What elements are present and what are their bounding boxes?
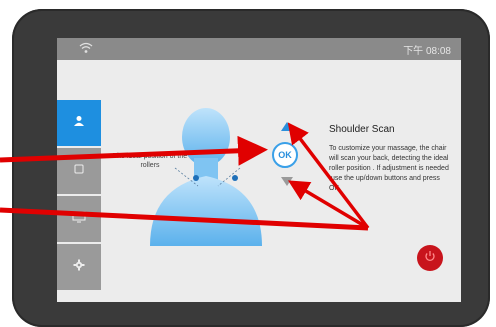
scan-description: To customize your massage, the chair wil… bbox=[329, 145, 449, 192]
power-icon bbox=[424, 249, 436, 267]
down-arrow-button[interactable] bbox=[281, 177, 293, 186]
roller-marker bbox=[232, 175, 238, 181]
roller-marker bbox=[193, 175, 199, 181]
up-arrow-button[interactable] bbox=[281, 122, 293, 131]
page-title: Shoulder Scan bbox=[329, 124, 395, 135]
power-button[interactable] bbox=[417, 245, 443, 271]
roller-label: The ideal position of the rollers bbox=[112, 153, 188, 169]
ok-button[interactable]: OK bbox=[272, 142, 298, 168]
